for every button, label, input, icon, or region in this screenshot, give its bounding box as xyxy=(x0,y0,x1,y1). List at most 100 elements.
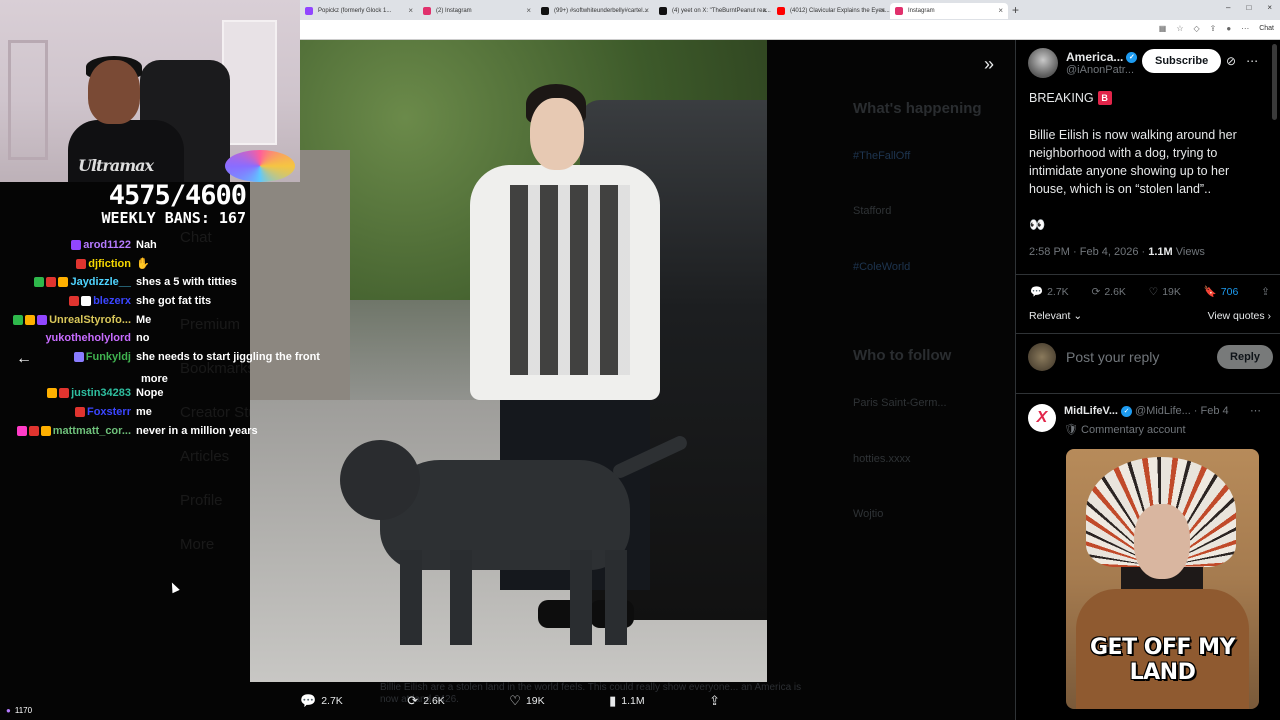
chat-wrap-spacer xyxy=(0,366,340,384)
chat-username[interactable]: Funkyldj xyxy=(86,351,131,363)
chat-button[interactable]: Chat xyxy=(1259,25,1274,32)
chat-message: Funkyldj she needs to start jiggling the … xyxy=(0,348,340,367)
profile-icon[interactable]: ● xyxy=(1226,24,1231,33)
repost-icon: ⟳ xyxy=(1091,285,1101,298)
tab-favicon-icon xyxy=(895,7,903,15)
author-handle[interactable]: @iAnonPatr... xyxy=(1066,64,1137,76)
browser-tab[interactable]: (4) yeet on X: "TheBurntPeanut rea... × xyxy=(654,3,772,19)
reply-author-name[interactable]: MidLifeV... xyxy=(1064,405,1118,417)
close-tab-icon[interactable]: × xyxy=(998,6,1003,15)
tweet-time[interactable]: 2:58 PM · Feb 4, 2026 · xyxy=(1029,246,1148,258)
author-avatar[interactable] xyxy=(1028,48,1058,78)
browser-tab[interactable]: (2) Instagram × xyxy=(418,3,536,19)
address-bar[interactable]: ▦ ☆ ◇ ⇪ ● ⋯ Chat xyxy=(300,20,1280,40)
chat-badge-icon xyxy=(81,296,92,307)
close-tab-icon[interactable]: × xyxy=(644,6,649,15)
more-icon[interactable]: ⋯ xyxy=(1250,404,1261,417)
photo-share-button[interactable]: ⇪ xyxy=(709,693,720,709)
chat-username[interactable]: yukotheholylord xyxy=(45,332,131,344)
menu-icon[interactable]: ⋯ xyxy=(1241,24,1249,33)
chat-text: she needs to start jiggling the front xyxy=(136,350,320,363)
chat-message-wrap: more xyxy=(141,373,168,385)
reply-image-caption: GET OFF MY LAND xyxy=(1090,635,1236,685)
close-icon[interactable]: × xyxy=(1267,3,1272,12)
new-tab-button[interactable]: + xyxy=(1012,3,1019,17)
reply-author-handle[interactable]: @MidLife... xyxy=(1135,405,1191,417)
weekly-bans: WEEKLY BANS: 167 xyxy=(101,209,247,227)
photo-reply-button[interactable]: 💬 2.7K xyxy=(300,693,343,709)
chat-text: ✋ xyxy=(136,258,150,271)
chat-badge-icon xyxy=(16,425,27,436)
grok-icon[interactable]: ⊘ xyxy=(1226,54,1236,68)
close-tab-icon[interactable]: × xyxy=(880,6,885,15)
grid-icon[interactable]: ▦ xyxy=(1159,24,1167,33)
subscribe-button[interactable]: Subscribe xyxy=(1142,49,1222,73)
chat-username[interactable]: UnrealStyrofo... xyxy=(49,314,131,326)
sort-dropdown[interactable]: Relevant ⌄ xyxy=(1029,310,1082,322)
tweet-author[interactable]: America... ✓ @iAnonPatr... xyxy=(1028,48,1138,78)
chat-username[interactable]: mattmatt_cor... xyxy=(53,425,131,437)
chat-badge-icon xyxy=(25,314,36,325)
bookmark-stat-button[interactable]: 🔖 706 xyxy=(1204,285,1239,299)
reply-button[interactable]: Reply xyxy=(1217,345,1273,369)
chat-message: Foxsterr me xyxy=(0,403,340,422)
background-trends: What's happening #TheFallOff Stafford #C… xyxy=(853,58,1013,522)
back-arrow-icon[interactable]: ← xyxy=(16,350,32,368)
chat-username[interactable]: arod1122 xyxy=(83,239,131,251)
chat-badge-icon xyxy=(73,351,84,362)
chat-username[interactable]: blezerx xyxy=(93,295,131,307)
scrollbar[interactable] xyxy=(1272,44,1277,120)
author-name[interactable]: America... xyxy=(1066,50,1123,64)
share-icon[interactable]: ⇪ xyxy=(1210,24,1217,33)
browser-tab[interactable]: (99+) #softwhiteunderbelly#cartel... × xyxy=(536,3,654,19)
share-stat-button[interactable]: ⇪ xyxy=(1261,285,1270,298)
close-tab-icon[interactable]: × xyxy=(408,6,413,15)
chat-username[interactable]: justin34283 xyxy=(71,387,131,399)
more-icon[interactable]: ⋯ xyxy=(1246,54,1258,68)
tab-favicon-icon xyxy=(423,7,431,15)
browser-tab[interactable]: (4012) Clavicular Explains the Eyes... × xyxy=(772,3,890,19)
photo-like-button[interactable]: ♡ 19K xyxy=(509,693,544,709)
close-tab-icon[interactable]: × xyxy=(762,6,767,15)
star-icon[interactable]: ☆ xyxy=(1176,24,1183,33)
chat-message: mattmatt_cor... never in a million years xyxy=(0,421,340,440)
chat-username[interactable]: Jaydizzle__ xyxy=(70,276,131,288)
extensions-icon[interactable]: ◇ xyxy=(1194,24,1200,33)
photo-repost-button[interactable]: ⟳ 2.6K xyxy=(407,693,445,709)
browser-tab[interactable]: Instagram × xyxy=(890,3,1008,19)
photo-views-button[interactable]: ▮ 1.1M xyxy=(609,693,645,709)
close-tab-icon[interactable]: × xyxy=(526,6,531,15)
chat-username[interactable]: djfiction xyxy=(88,258,131,270)
chat-badge-icon xyxy=(37,314,48,325)
chat-message: Jaydizzle__ shes a 5 with titties xyxy=(0,273,340,292)
chat-badge-icon xyxy=(47,388,58,399)
bg-trend-3: #ColeWorld xyxy=(853,260,911,273)
chat-message: djfiction ✋ xyxy=(0,255,340,274)
eyes-emoji: 👀 xyxy=(1029,217,1046,232)
chat-username[interactable]: Foxsterr xyxy=(87,406,131,418)
reply-input[interactable]: Post your reply xyxy=(1066,349,1217,365)
heart-icon: ♡ xyxy=(1148,285,1159,298)
chat-user-block: blezerx xyxy=(0,295,136,307)
collapse-panel-icon[interactable]: » xyxy=(984,54,994,75)
tab-label: Popickz (formerly Glock 1... xyxy=(318,8,392,14)
tweet-panel: America... ✓ @iAnonPatr... Subscribe ⊘ ⋯ … xyxy=(1015,40,1280,720)
chat-overlay: arod1122 Nah djfiction ✋ Jaydizzle__ shes a 5… xyxy=(0,236,340,440)
chat-user-block: arod1122 xyxy=(0,239,136,251)
chat-text: Nope xyxy=(136,387,164,400)
repost-stat-button[interactable]: ⟳ 2.6K xyxy=(1092,285,1126,298)
browser-tab[interactable]: Popickz (formerly Glock 1... × xyxy=(300,3,418,19)
browser-tab-bar: Popickz (formerly Glock 1... × (2) Instagr… xyxy=(300,0,1280,20)
reply-author-avatar[interactable]: X xyxy=(1028,404,1056,432)
viewer-icon: ● xyxy=(6,706,11,715)
chat-user-block: djfiction xyxy=(0,258,136,270)
chat-text: she got fat tits xyxy=(136,295,212,308)
view-quotes-link[interactable]: View quotes › xyxy=(1208,310,1271,322)
reply-image[interactable]: GET OFF MY LAND xyxy=(1066,449,1259,709)
chat-badge-icon xyxy=(76,258,87,269)
reply-date[interactable]: · Feb 4 xyxy=(1194,405,1229,417)
like-stat-button[interactable]: ♡ 19K xyxy=(1149,285,1181,298)
maximize-icon[interactable]: □ xyxy=(1246,3,1251,12)
minimize-icon[interactable]: – xyxy=(1226,3,1230,12)
reply-stat-button[interactable]: 💬 2.7K xyxy=(1030,285,1069,299)
